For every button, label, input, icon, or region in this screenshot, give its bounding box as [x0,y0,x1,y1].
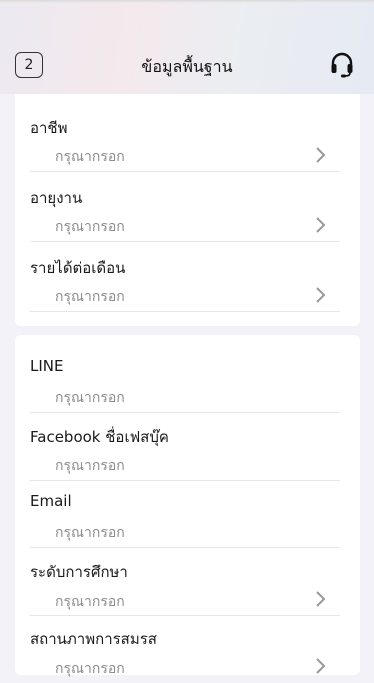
field-divider [30,547,340,548]
monthly-income-field[interactable]: รายได้ต่อเดือน กรุณากรอก [30,254,340,312]
facebook-field[interactable]: Facebook ชื่อเฟสบุ๊ค กรุณากรอก [30,423,340,481]
field-divider [30,241,340,242]
chevron-right-icon [316,658,326,674]
header-top-shade [0,0,374,3]
headset-icon[interactable] [330,52,354,78]
field-label: รายได้ต่อเดือน [30,259,126,277]
chevron-right-icon [316,591,326,607]
education-level-field[interactable]: ระดับการศึกษา กรุณากรอก [30,558,340,616]
work-duration-field[interactable]: อายุงาน กรุณากรอก [30,184,340,242]
field-placeholder: กรุณากรอก [55,149,125,165]
field-divider [30,615,340,616]
field-placeholder: กรุณากรอก [55,390,125,406]
field-placeholder: กรุณากรอก [55,219,125,235]
chevron-right-icon [316,147,326,163]
field-label: ระดับการศึกษา [30,563,128,581]
field-placeholder: กรุณากรอก [55,525,125,541]
marital-status-field[interactable]: สถานภาพการสมรส กรุณากรอก [30,625,340,683]
field-placeholder: กรุณากรอก [55,458,125,474]
field-label: สถานภาพการสมรส [30,630,157,648]
page-title: ข้อมูลพื้นฐาน [141,57,233,76]
email-field[interactable]: Email กรุณากรอก [30,490,340,548]
field-divider [30,480,340,481]
contact-info-card: LINE กรุณากรอก Facebook ชื่อเฟสบุ๊ค กรุณ… [15,335,360,677]
field-placeholder: กรุณากรอก [55,594,125,610]
field-label: อาชีพ [30,119,68,137]
field-divider [30,412,340,413]
field-divider [30,171,340,172]
app-header: 2 ข้อมูลพื้นฐาน [0,0,374,94]
field-placeholder: กรุณากรอก [55,661,125,677]
chevron-right-icon [316,217,326,233]
basic-info-card: อาชีพ กรุณากรอก อายุงาน กรุณากรอก รายได้… [15,94,360,326]
chevron-right-icon [316,287,326,303]
field-label: LINE [30,357,64,375]
field-label: Email [30,492,72,510]
occupation-field[interactable]: อาชีพ กรุณากรอก [30,114,340,172]
field-divider [30,311,340,312]
line-field[interactable]: LINE กรุณากรอก [30,355,340,413]
field-placeholder: กรุณากรอก [55,289,125,305]
field-label: อายุงาน [30,189,83,207]
field-label: Facebook ชื่อเฟสบุ๊ค [30,428,169,446]
